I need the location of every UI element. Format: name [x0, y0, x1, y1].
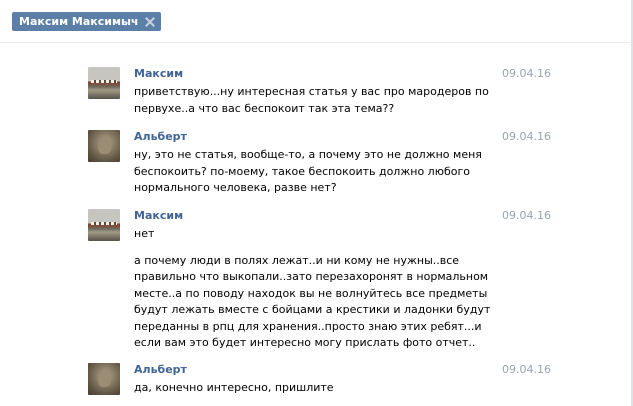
recipient-chip-label: Максим Максимыч	[19, 15, 139, 28]
header-divider	[0, 42, 633, 43]
message-text: да, конечно интересно, пришлите	[134, 380, 492, 397]
message-text: нет а почему люди в полях лежат..и ни ко…	[134, 226, 492, 352]
dialog-header: Максим Максимыч	[0, 0, 633, 42]
close-icon[interactable]	[145, 17, 155, 27]
message-author[interactable]: Максим	[134, 209, 183, 222]
message-date: 09.04.16	[502, 363, 551, 376]
message-paragraph: а почему люди в полях лежат..и ни кому н…	[134, 253, 491, 350]
message-author[interactable]: Альберт	[134, 363, 187, 376]
message-paragraph: нет	[134, 227, 155, 240]
message-paragraph: приветствую...ну интересная статья у вас…	[134, 85, 489, 115]
message-date: 09.04.16	[502, 209, 551, 222]
message-date: 09.04.16	[502, 130, 551, 143]
recipient-chip[interactable]: Максим Максимыч	[12, 12, 162, 31]
message-date: 09.04.16	[502, 67, 551, 80]
message-author[interactable]: Альберт	[134, 130, 187, 143]
message-text: приветствую...ну интересная статья у вас…	[134, 84, 492, 117]
message-paragraph: ну, это не статья, вообще-то, а почему э…	[134, 148, 482, 194]
avatar[interactable]	[88, 67, 120, 99]
avatar[interactable]	[88, 363, 120, 395]
message-author[interactable]: Максим	[134, 67, 183, 80]
avatar[interactable]	[88, 130, 120, 162]
message-text: ну, это не статья, вообще-то, а почему э…	[134, 147, 492, 197]
avatar[interactable]	[88, 209, 120, 241]
message-paragraph: да, конечно интересно, пришлите	[134, 381, 334, 394]
